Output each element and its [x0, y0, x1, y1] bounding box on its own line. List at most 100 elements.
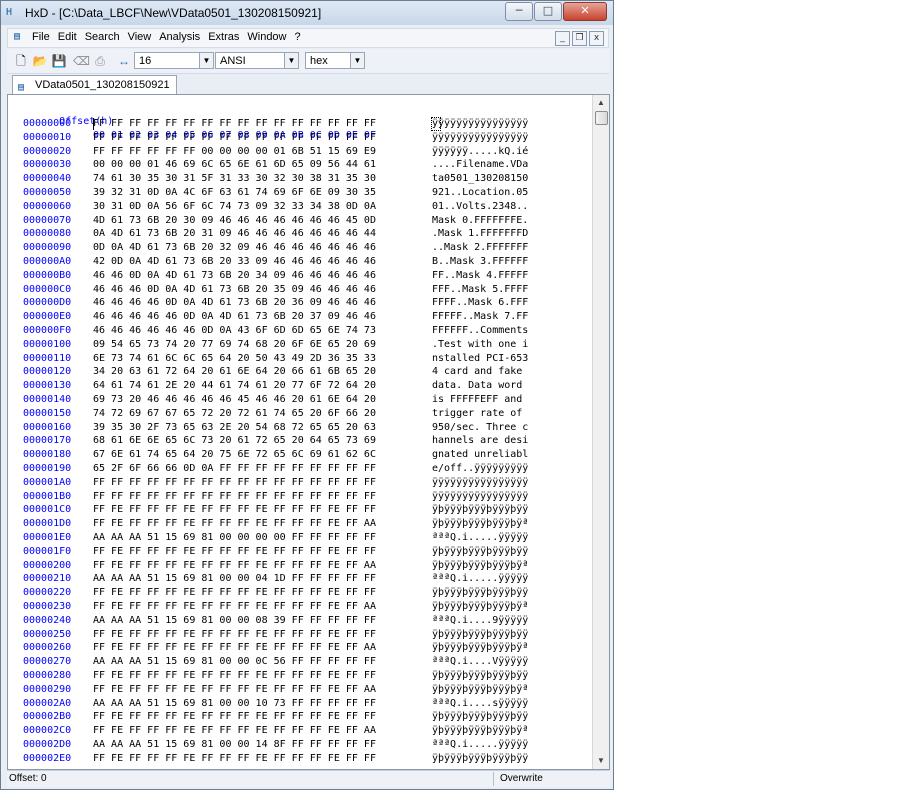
- row-hex-bytes[interactable]: 30 31 0D 0A 56 6F 6C 74 73 09 32 33 34 3…: [93, 200, 376, 214]
- row-ascii-text[interactable]: ÿþÿÿÿþÿÿÿþÿÿÿþÿÿ: [432, 710, 528, 724]
- row-hex-bytes[interactable]: 34 20 63 61 72 64 20 61 6E 64 20 66 61 6…: [93, 365, 376, 379]
- row-ascii-text[interactable]: FF..Mask 4.FFFFF: [432, 269, 528, 283]
- hex-row[interactable]: 00000280 FF FE FF FF FF FE FF FF FF FE FF…: [23, 669, 528, 683]
- row-ascii-text[interactable]: gnated unreliabl: [432, 448, 528, 462]
- row-ascii-text[interactable]: ÿþÿÿÿþÿÿÿþÿÿÿþÿª: [432, 683, 528, 697]
- row-hex-bytes[interactable]: FF FF FF FF FF FF FF FF FF FF FF FF FF F…: [93, 476, 376, 490]
- hex-row[interactable]: 00000090 0D 0A 4D 61 73 6B 20 32 09 46 46…: [23, 241, 528, 255]
- row-ascii-text[interactable]: ta0501_130208150: [432, 172, 528, 186]
- menu-window[interactable]: Window: [247, 31, 286, 43]
- row-ascii-text[interactable]: is FFFFFEFF and: [432, 393, 528, 407]
- hex-row[interactable]: 000001F0 FF FE FF FF FF FE FF FF FF FE FF…: [23, 545, 528, 559]
- menu-extras[interactable]: Extras: [208, 31, 239, 43]
- row-ascii-text[interactable]: ....Filename.VDa: [432, 158, 528, 172]
- hex-row[interactable]: 000002C0 FF FE FF FF FF FE FF FF FF FE FF…: [23, 724, 528, 738]
- row-ascii-text[interactable]: ÿÿÿÿÿÿÿÿÿÿÿÿÿÿÿÿ: [432, 476, 528, 490]
- row-hex-bytes[interactable]: 39 35 30 2F 73 65 63 2E 20 54 68 72 65 6…: [93, 421, 376, 435]
- hex-row[interactable]: 00000290 FF FE FF FF FF FE FF FF FF FE FF…: [23, 683, 528, 697]
- row-hex-bytes[interactable]: FF FE FF FF FF FE FF FF FF FE FF FF FF F…: [93, 669, 376, 683]
- row-ascii-text[interactable]: ªªªQ.i....Vÿÿÿÿÿ: [432, 655, 528, 669]
- hex-row[interactable]: 00000080 0A 4D 61 73 6B 20 31 09 46 46 46…: [23, 227, 528, 241]
- maximize-button[interactable]: □: [534, 2, 562, 21]
- hex-row[interactable]: 000000C0 46 46 46 0D 0A 4D 61 73 6B 20 35…: [23, 283, 528, 297]
- row-hex-bytes[interactable]: FF FE FF FF FF FE FF FF FF FE FF FF FF F…: [93, 724, 376, 738]
- columns-select[interactable]: 16 ▼: [134, 52, 214, 69]
- row-ascii-text[interactable]: ªªªQ.i.....ÿÿÿÿÿ: [432, 738, 528, 752]
- hex-row[interactable]: 00000180 67 6E 61 74 65 64 20 75 6E 72 65…: [23, 448, 528, 462]
- row-ascii-text[interactable]: ªªªQ.i.....ÿÿÿÿÿ: [432, 531, 528, 545]
- row-hex-bytes[interactable]: FF FE FF FF FF FE FF FF FF FE FF FF FF F…: [93, 545, 376, 559]
- hex-row[interactable]: 00000230 FF FE FF FF FF FE FF FF FF FE FF…: [23, 600, 528, 614]
- title-bar[interactable]: H HxD - [C:\Data_LBCF\New\VData0501_1302…: [1, 1, 613, 25]
- row-ascii-text[interactable]: FFF..Mask 5.FFFF: [432, 283, 528, 297]
- close-button[interactable]: ✕: [563, 2, 607, 21]
- row-ascii-text[interactable]: ÿÿÿÿÿÿ.....kQ.ié: [432, 145, 528, 159]
- row-hex-bytes[interactable]: FF FE FF FF FF FE FF FF FF FE FF FF FF F…: [93, 600, 376, 614]
- hex-row[interactable]: 000000A0 42 0D 0A 4D 61 73 6B 20 33 09 46…: [23, 255, 528, 269]
- scroll-up-icon[interactable]: ▲: [593, 95, 609, 111]
- hex-row[interactable]: 000001C0 FF FE FF FF FF FE FF FF FF FE FF…: [23, 503, 528, 517]
- row-hex-bytes[interactable]: 69 73 20 46 46 46 46 46 45 46 46 20 61 6…: [93, 393, 376, 407]
- row-hex-bytes[interactable]: 6E 73 74 61 6C 6C 65 64 20 50 43 49 2D 3…: [93, 352, 376, 366]
- open-file-icon[interactable]: 📂: [32, 53, 48, 69]
- hex-row[interactable]: 00000050 39 32 31 0D 0A 4C 6F 63 61 74 69…: [23, 186, 528, 200]
- charset-select[interactable]: ANSI ▼: [215, 52, 299, 69]
- hex-row[interactable]: 00000170 68 61 6E 6E 65 6C 73 20 61 72 65…: [23, 434, 528, 448]
- row-hex-bytes[interactable]: 39 32 31 0D 0A 4C 6F 63 61 74 69 6F 6E 0…: [93, 186, 376, 200]
- row-ascii-text[interactable]: Mask 0.FFFFFFFE.: [432, 214, 528, 228]
- menu-analysis[interactable]: Analysis: [159, 31, 200, 43]
- hex-row[interactable]: 000000D0 46 46 46 46 0D 0A 4D 61 73 6B 20…: [23, 296, 528, 310]
- row-ascii-text[interactable]: 4 card and fake: [432, 365, 528, 379]
- hex-row[interactable]: 00000250 FF FE FF FF FF FE FF FF FF FE FF…: [23, 628, 528, 642]
- hex-row[interactable]: 000001B0 FF FF FF FF FF FF FF FF FF FF FF…: [23, 490, 528, 504]
- mdi-close-button[interactable]: x: [589, 31, 604, 46]
- row-hex-bytes[interactable]: FF FF FF FF FF FF FF FF FF FF FF FF FF F…: [93, 490, 376, 504]
- row-hex-bytes[interactable]: AA AA AA 51 15 69 81 00 00 04 1D FF FF F…: [93, 572, 376, 586]
- save-icon[interactable]: 💾: [51, 53, 67, 69]
- hex-row[interactable]: 00000030 00 00 00 01 46 69 6C 65 6E 61 6D…: [23, 158, 528, 172]
- row-ascii-text[interactable]: 01..Volts.2348..: [432, 200, 528, 214]
- hex-row[interactable]: 00000070 4D 61 73 6B 20 30 09 46 46 46 46…: [23, 214, 528, 228]
- hex-row[interactable]: 00000060 30 31 0D 0A 56 6F 6C 74 73 09 32…: [23, 200, 528, 214]
- hex-row[interactable]: 00000210 AA AA AA 51 15 69 81 00 00 04 1D…: [23, 572, 528, 586]
- row-hex-bytes[interactable]: FF FF FF FF FF FF FF FF FF FF FF FF FF F…: [93, 131, 376, 145]
- menu-file[interactable]: File: [32, 31, 50, 43]
- row-ascii-text[interactable]: FFFFFF..Comments: [432, 324, 528, 338]
- hex-row[interactable]: 000001A0 FF FF FF FF FF FF FF FF FF FF FF…: [23, 476, 528, 490]
- row-ascii-text[interactable]: ÿþÿÿÿþÿÿÿþÿÿÿþÿª: [432, 641, 528, 655]
- row-ascii-text[interactable]: ÿþÿÿÿþÿÿÿþÿÿÿþÿª: [432, 600, 528, 614]
- row-ascii-text[interactable]: ÿþÿÿÿþÿÿÿþÿÿÿþÿÿ: [432, 586, 528, 600]
- hex-row[interactable]: 00000110 6E 73 74 61 6C 6C 65 64 20 50 43…: [23, 352, 528, 366]
- row-hex-bytes[interactable]: AA AA AA 51 15 69 81 00 00 00 00 FF FF F…: [93, 531, 376, 545]
- row-hex-bytes[interactable]: FF FE FF FF FF FE FF FF FF FE FF FF FF F…: [93, 586, 376, 600]
- row-ascii-text[interactable]: data. Data word: [432, 379, 528, 393]
- status-mode[interactable]: Overwrite: [500, 773, 543, 784]
- chevron-down-icon[interactable]: ▼: [199, 53, 213, 68]
- hex-row[interactable]: 000002E0 FF FE FF FF FF FE FF FF FF FE FF…: [23, 752, 528, 766]
- hex-row[interactable]: 00000140 69 73 20 46 46 46 46 46 45 46 46…: [23, 393, 522, 407]
- new-file-icon[interactable]: 🗋: [13, 53, 29, 69]
- menu-help[interactable]: ?: [295, 31, 301, 43]
- row-ascii-text[interactable]: ªªªQ.i.....ÿÿÿÿÿ: [432, 572, 528, 586]
- row-ascii-text[interactable]: ÿþÿÿÿþÿÿÿþÿÿÿþÿÿ: [432, 628, 528, 642]
- menu-view[interactable]: View: [128, 31, 152, 43]
- hex-row[interactable]: 00000040 74 61 30 35 30 31 5F 31 33 30 32…: [23, 172, 528, 186]
- row-hex-bytes[interactable]: FF FE FF FF FF FE FF FF FF FE FF FF FF F…: [93, 628, 376, 642]
- row-ascii-text[interactable]: ÿþÿÿÿþÿÿÿþÿÿÿþÿÿ: [432, 545, 528, 559]
- row-hex-bytes[interactable]: AA AA AA 51 15 69 81 00 00 0C 56 FF FF F…: [93, 655, 376, 669]
- hex-row[interactable]: 00000160 39 35 30 2F 73 65 63 2E 20 54 68…: [23, 421, 528, 435]
- chevron-down-icon[interactable]: ▼: [350, 53, 364, 68]
- row-ascii-text[interactable]: ÿþÿÿÿþÿÿÿþÿÿÿþÿÿ: [432, 503, 528, 517]
- row-ascii-text[interactable]: ªªªQ.i....9ÿÿÿÿÿ: [432, 614, 528, 628]
- row-hex-bytes[interactable]: 46 46 46 46 46 0D 0A 4D 61 73 6B 20 37 0…: [93, 310, 376, 324]
- row-hex-bytes[interactable]: FF FE FF FF FF FE FF FF FF FE FF FF FF F…: [93, 517, 376, 531]
- row-hex-bytes[interactable]: 0D 0A 4D 61 73 6B 20 32 09 46 46 46 46 4…: [93, 241, 376, 255]
- hex-row[interactable]: 000002D0 AA AA AA 51 15 69 81 00 00 14 8F…: [23, 738, 528, 752]
- mdi-restore-button[interactable]: ❐: [572, 31, 587, 46]
- row-hex-bytes[interactable]: 46 46 46 46 0D 0A 4D 61 73 6B 20 36 09 4…: [93, 296, 376, 310]
- row-hex-bytes[interactable]: AA AA AA 51 15 69 81 00 00 14 8F FF FF F…: [93, 738, 376, 752]
- row-ascii-text[interactable]: ÿÿÿÿÿÿÿÿÿÿÿÿÿÿÿÿ: [432, 490, 528, 504]
- row-hex-bytes[interactable]: FF FF FF FF FF FF 00 00 00 00 01 6B 51 1…: [93, 145, 376, 159]
- hex-row[interactable]: 00000000 FF FF FF FF FF FF FF FF FF FF FF…: [23, 117, 528, 131]
- document-icon[interactable]: ▤: [14, 31, 27, 44]
